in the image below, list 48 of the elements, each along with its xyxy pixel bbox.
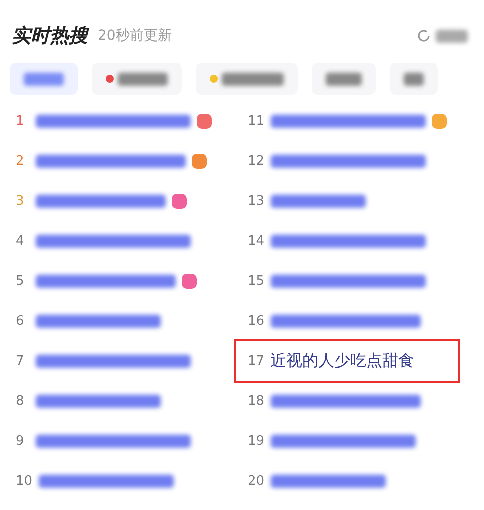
rank-number: 3 — [16, 194, 26, 208]
tab[interactable] — [10, 63, 78, 95]
blurred-headline[interactable] — [270, 474, 386, 488]
blurred-headline[interactable] — [36, 354, 191, 368]
blurred-headline[interactable] — [270, 314, 421, 328]
section-title: 实时热搜 — [12, 24, 88, 49]
rank-number: 15 — [248, 274, 265, 288]
blurred-headline[interactable] — [36, 234, 191, 248]
tab[interactable] — [312, 63, 376, 95]
rank-number: 6 — [16, 314, 26, 328]
blurred-headline[interactable] — [36, 194, 166, 208]
rank-number: 19 — [248, 434, 265, 448]
rank-number: 20 — [248, 474, 265, 488]
rank-number: 17 — [248, 354, 265, 368]
blurred-headline[interactable] — [270, 234, 426, 248]
rank-number: 2 — [16, 154, 26, 168]
tab[interactable] — [390, 63, 438, 95]
blurred-headline[interactable] — [36, 274, 176, 288]
tab[interactable] — [196, 63, 298, 95]
rank-number: 7 — [16, 354, 26, 368]
rank-number: 4 — [16, 234, 26, 248]
blurred-headline[interactable] — [270, 154, 426, 168]
blurred-headline[interactable] — [270, 194, 366, 208]
rank-number: 5 — [16, 274, 26, 288]
blurred-headline[interactable] — [270, 114, 426, 128]
headline-link[interactable]: 近视的人少吃点甜食 — [270, 350, 415, 372]
blurred-headline[interactable] — [270, 274, 426, 288]
blurred-headline[interactable] — [270, 434, 416, 448]
tab[interactable] — [92, 63, 182, 95]
rank-number: 8 — [16, 394, 26, 408]
rank-number: 18 — [248, 394, 265, 408]
blurred-headline[interactable] — [36, 394, 161, 408]
rank-number: 12 — [248, 154, 265, 168]
rank-number: 9 — [16, 434, 26, 448]
blurred-headline[interactable] — [36, 434, 191, 448]
blurred-headline[interactable] — [270, 394, 421, 408]
rank-number: 16 — [248, 314, 265, 328]
blurred-headline[interactable] — [36, 154, 186, 168]
blurred-headline[interactable] — [36, 314, 161, 328]
rank-number: 14 — [248, 234, 265, 248]
update-time: 20秒前更新 — [98, 27, 172, 45]
rank-number: 13 — [248, 194, 265, 208]
refresh-icon — [416, 28, 432, 44]
rank-number: 11 — [248, 114, 265, 128]
rank-number: 1 — [16, 114, 26, 128]
blurred-headline[interactable] — [38, 474, 174, 488]
blurred-headline[interactable] — [36, 114, 191, 128]
rank-number: 10 — [16, 474, 33, 488]
